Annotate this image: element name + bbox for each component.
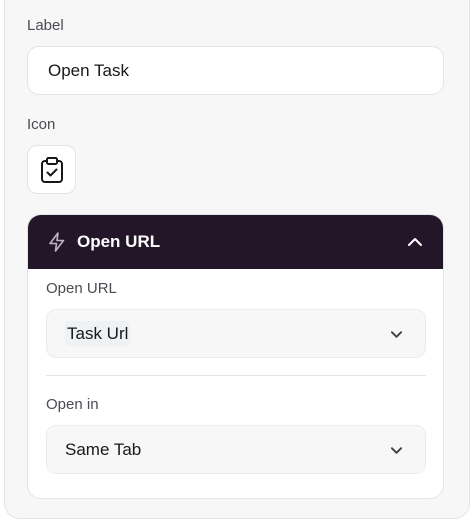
chevron-down-icon xyxy=(390,447,403,454)
action-card-header[interactable]: Open URL xyxy=(28,215,443,269)
open-in-label: Open in xyxy=(46,396,99,413)
open-url-select[interactable]: Task Url xyxy=(46,309,426,358)
open-url-label: Open URL xyxy=(46,280,117,297)
label-field-label: Label xyxy=(27,17,64,34)
lightning-bolt-icon xyxy=(49,232,65,252)
open-url-select-value: Task Url xyxy=(65,321,131,346)
action-card-title: Open URL xyxy=(77,232,161,251)
chevron-up-icon[interactable] xyxy=(407,234,423,250)
open-in-select[interactable]: Same Tab xyxy=(46,425,426,474)
open-in-select-value: Same Tab xyxy=(65,440,142,459)
label-input[interactable]: Open Task xyxy=(27,46,444,95)
clipboard-check-icon xyxy=(40,156,63,183)
icon-field-label: Icon xyxy=(27,116,56,133)
section-divider xyxy=(46,375,426,376)
chevron-down-icon xyxy=(390,331,403,338)
open-url-action-card: Open URL Open URL Task Url Open in Same … xyxy=(27,214,444,499)
icon-picker-button[interactable] xyxy=(27,145,76,194)
